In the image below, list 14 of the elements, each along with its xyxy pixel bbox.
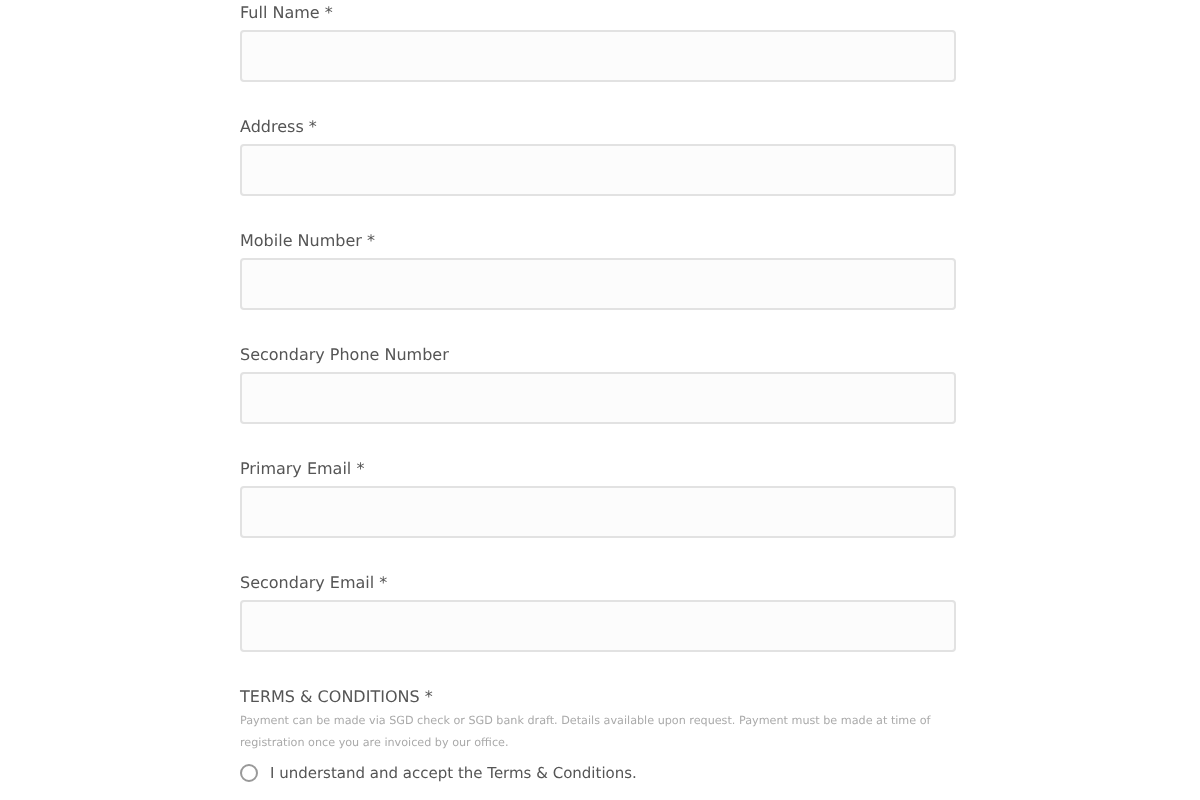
field-label: Secondary Phone Number [240, 346, 451, 366]
input-field[interactable] [240, 486, 956, 538]
field-label: Secondary Email * [240, 574, 390, 594]
field-label: Full Name * [240, 4, 335, 24]
input-field[interactable] [240, 600, 956, 652]
input-field[interactable] [240, 372, 956, 424]
terms-heading: TERMS & CONDITIONS * [240, 686, 435, 710]
input-field[interactable] [240, 144, 956, 196]
input-field[interactable] [240, 30, 956, 82]
field-label: Primary Email * [240, 460, 367, 480]
field-label: Address * [240, 118, 319, 138]
input-field[interactable] [240, 258, 956, 310]
radio-button[interactable] [240, 764, 258, 782]
field-label: Mobile Number * [240, 232, 377, 252]
